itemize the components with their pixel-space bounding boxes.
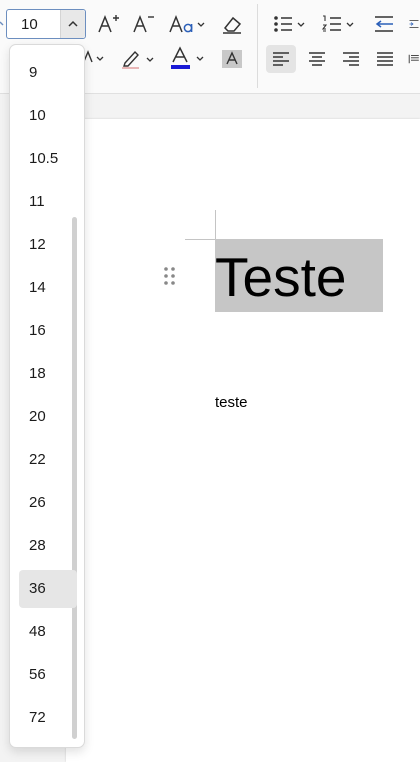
ribbon-separator xyxy=(257,4,258,88)
font-size-dropdown[interactable]: 9 10 10.5 11 12 14 16 18 20 22 26 28 36 48 56 72 xyxy=(9,44,85,748)
font-size-option[interactable]: 10.5 xyxy=(19,140,77,178)
increase-indent-icon[interactable] xyxy=(408,12,420,36)
align-center-button[interactable] xyxy=(302,45,332,73)
chevron-up-icon[interactable] xyxy=(60,10,85,38)
font-size-option[interactable]: 9 xyxy=(19,54,77,92)
highlight-color-icon[interactable] xyxy=(119,47,157,71)
clear-formatting-icon[interactable] xyxy=(219,12,245,36)
block-drag-handle-icon[interactable] xyxy=(163,266,177,286)
font-size-option[interactable]: 14 xyxy=(19,269,77,307)
font-size-option[interactable]: 11 xyxy=(19,183,77,221)
align-left-button[interactable] xyxy=(266,45,296,73)
truncated-dropdown-edge xyxy=(0,20,4,28)
font-size-option[interactable]: 10 xyxy=(19,97,77,135)
numbered-list-icon[interactable] xyxy=(321,12,357,36)
font-size-option[interactable]: 16 xyxy=(19,312,77,350)
document-page[interactable] xyxy=(66,119,420,762)
font-size-option[interactable]: 18 xyxy=(19,355,77,393)
decrease-indent-icon[interactable] xyxy=(372,12,396,36)
font-size-option[interactable]: 22 xyxy=(19,441,77,479)
font-size-option[interactable]: 26 xyxy=(19,484,77,522)
font-size-option[interactable]: 56 xyxy=(19,656,77,694)
bullet-list-icon[interactable] xyxy=(272,12,308,36)
font-color-icon[interactable] xyxy=(168,46,208,72)
document-body-text[interactable]: teste xyxy=(215,394,248,411)
font-size-option[interactable]: 20 xyxy=(19,398,77,436)
font-size-option[interactable]: 12 xyxy=(19,226,77,264)
decrease-font-size-icon[interactable] xyxy=(131,12,155,36)
font-size-option[interactable]: 48 xyxy=(19,613,77,651)
text-effects-icon[interactable] xyxy=(82,48,106,70)
document-title[interactable]: Teste xyxy=(215,243,346,311)
character-shading-icon[interactable] xyxy=(221,49,243,69)
distributed-align-button[interactable] xyxy=(408,45,420,73)
increase-font-size-icon[interactable] xyxy=(96,12,120,36)
align-right-button[interactable] xyxy=(336,45,366,73)
font-size-value: 10 xyxy=(21,16,38,33)
margin-crop-mark xyxy=(215,210,216,240)
font-size-option[interactable]: 28 xyxy=(19,527,77,565)
change-case-icon[interactable] xyxy=(168,12,208,36)
justify-button[interactable] xyxy=(370,45,400,73)
font-size-input[interactable]: 10 xyxy=(6,9,86,39)
font-size-option[interactable]: 72 xyxy=(19,699,77,737)
margin-crop-mark xyxy=(185,239,215,240)
font-size-option[interactable]: 36 xyxy=(19,570,77,608)
